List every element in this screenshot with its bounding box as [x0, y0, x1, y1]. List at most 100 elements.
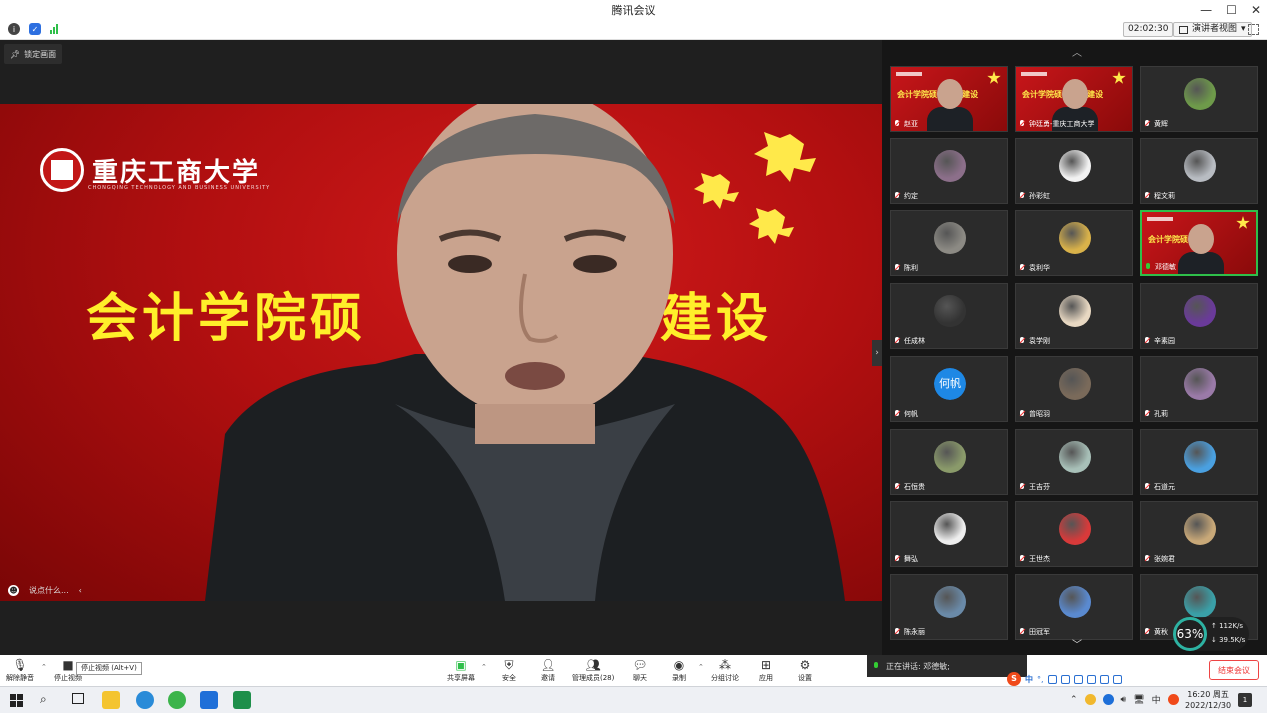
info-icon[interactable]: i	[8, 23, 20, 35]
participant-tile[interactable]: 会计学院硕...课程建设钟廷勇-重庆工商大学	[1015, 66, 1133, 132]
participant-tile[interactable]: 石道元	[1140, 429, 1258, 495]
participant-tile[interactable]: 袁学刚	[1015, 283, 1133, 349]
ime-user-icon[interactable]	[1086, 674, 1096, 684]
participant-tile[interactable]: 会计学院硕...设 邓德敏	[1140, 210, 1258, 276]
share-options-caret[interactable]: ⌃	[481, 663, 487, 671]
app-green-icon[interactable]	[168, 691, 186, 709]
chat-quick-input[interactable]: ☻ 说点什么... ‹	[8, 582, 82, 598]
tray-app-icon[interactable]	[1084, 694, 1096, 705]
fullscreen-icon[interactable]	[1248, 24, 1259, 35]
chevron-left-icon[interactable]: ‹	[79, 586, 82, 595]
browser-icon[interactable]	[136, 691, 154, 709]
minimize-button[interactable]: —	[1200, 3, 1212, 17]
participant-tile[interactable]: 田冠军	[1015, 574, 1133, 640]
shield-icon: ⛨	[504, 657, 514, 672]
file-explorer-icon[interactable]	[102, 691, 120, 709]
manage-members-button[interactable]: 👥︎ 管理成员(28)	[572, 657, 614, 683]
settings-button[interactable]: ⚙ 设置	[797, 657, 813, 683]
participant-tile[interactable]: 陈利	[890, 210, 1008, 276]
participant-tile[interactable]: 何帆 何帆	[890, 356, 1008, 422]
unmute-button[interactable]: 🎙︎ 解除静音	[6, 657, 34, 683]
maximize-button[interactable]: ☐	[1226, 3, 1237, 17]
chevron-up-icon[interactable]: ︿	[1072, 44, 1082, 59]
windows-start-icon[interactable]	[10, 694, 23, 707]
participant-tile[interactable]: 舞弘	[890, 501, 1008, 567]
search-icon[interactable]: ⌕	[40, 692, 47, 707]
shield-icon[interactable]: ✓	[29, 23, 41, 35]
participant-tile[interactable]: 任成林	[890, 283, 1008, 349]
ime-menu-icon[interactable]	[1112, 674, 1122, 684]
share-screen-button[interactable]: ▣ 共享屏幕	[447, 657, 475, 683]
record-options-caret[interactable]: ⌃	[698, 663, 704, 671]
apps-button[interactable]: ⊞ 应用	[758, 657, 774, 683]
app-root: 腾讯会议 — ☐ ✕ i ✓ 02:02:30 演讲者视图 ▾ 📌︎ 锁定画面 …	[0, 0, 1267, 713]
network-speed-widget[interactable]: 63% ↑ 112K/s ↓ 39.5K/s	[1173, 617, 1249, 651]
participant-tile[interactable]: 辛素园	[1140, 283, 1258, 349]
breakout-button[interactable]: ⁂ 分组讨论	[711, 657, 739, 683]
participant-tile[interactable]: 约定	[890, 138, 1008, 204]
participant-tile[interactable]: 陈永丽	[890, 574, 1008, 640]
ime-emoji-icon[interactable]	[1047, 674, 1057, 684]
chevron-down-icon[interactable]: ﹀	[1072, 636, 1082, 651]
ime-voice-icon[interactable]	[1060, 674, 1070, 684]
participant-tile[interactable]: 石恒贵	[890, 429, 1008, 495]
lock-view-button[interactable]: 📌︎ 锁定画面	[4, 44, 63, 64]
participant-face	[937, 79, 963, 109]
tray-overflow-icon[interactable]: ⌃	[1070, 695, 1078, 705]
gallery-toggle-button[interactable]: ›	[872, 340, 882, 366]
end-meeting-button[interactable]: 结束会议	[1209, 660, 1259, 680]
volume-icon[interactable]: 🔊︎	[1121, 695, 1127, 705]
avatar	[1059, 513, 1091, 545]
avatar	[934, 513, 966, 545]
signal-icon[interactable]	[50, 24, 58, 34]
participant-tile[interactable]: 袁利华	[1015, 210, 1133, 276]
sogou-tray-icon[interactable]	[1167, 694, 1179, 705]
participant-face	[1062, 79, 1088, 109]
close-button[interactable]: ✕	[1251, 3, 1261, 17]
system-clock[interactable]: 16:20 周五 2022/12/30	[1185, 689, 1231, 711]
mic-muted-icon	[894, 628, 901, 636]
ime-punct-toggle[interactable]: °,	[1037, 675, 1044, 684]
flower-decoration-icon	[1112, 71, 1126, 84]
ime-toolbar: S 中 °,	[1007, 672, 1122, 686]
chat-placeholder[interactable]: 说点什么...	[29, 585, 69, 596]
participant-name: 田冠军	[1029, 628, 1050, 636]
participant-name-bar: 石恒贵	[894, 482, 925, 492]
speaking-label: 正在讲话: 邓德敏;	[886, 661, 950, 671]
invite-button[interactable]: 👤︎ 邀请	[540, 657, 556, 683]
ime-keyboard-icon[interactable]	[1073, 674, 1083, 684]
sogou-ime-icon[interactable]: S	[1007, 672, 1021, 686]
presenter-view-button[interactable]: 演讲者视图 ▾	[1173, 22, 1252, 37]
participant-tile[interactable]: 王吉芬	[1015, 429, 1133, 495]
participant-tile[interactable]: 曾昭羽	[1015, 356, 1133, 422]
chat-button[interactable]: 💬︎ 聊天	[632, 657, 648, 683]
add-user-icon: 👤︎	[540, 658, 556, 672]
participant-tile[interactable]: 张婉君	[1140, 501, 1258, 567]
participant-name-bar: 袁学刚	[1019, 336, 1050, 346]
tencent-meeting-icon[interactable]	[200, 691, 218, 709]
task-view-icon[interactable]	[72, 693, 84, 704]
participant-name: 程文莉	[1154, 192, 1175, 200]
image-viewer-icon[interactable]	[233, 691, 251, 709]
network-icon[interactable]: 🖥︎	[1133, 695, 1144, 705]
window-controls: — ☐ ✕	[1200, 0, 1261, 20]
participant-tile[interactable]: 王世杰	[1015, 501, 1133, 567]
tray-security-icon[interactable]	[1102, 694, 1114, 705]
emoji-icon[interactable]: ☻	[8, 584, 19, 596]
avatar: 何帆	[934, 368, 966, 400]
audio-options-caret[interactable]: ⌃	[41, 663, 47, 671]
participant-tile[interactable]: 黄辉	[1140, 66, 1258, 132]
ime-lang-toggle[interactable]: 中	[1025, 674, 1033, 685]
tray-lang[interactable]: 中	[1152, 693, 1161, 706]
ime-skin-icon[interactable]	[1099, 674, 1109, 684]
mic-muted-icon	[894, 555, 901, 563]
participant-tile[interactable]: 会计学院硕士...程建设赵亚	[890, 66, 1008, 132]
security-button[interactable]: ⛨ 安全	[501, 657, 517, 683]
record-button[interactable]: ◉ 录制	[671, 657, 687, 683]
participant-tile[interactable]: 孔莉	[1140, 356, 1258, 422]
participant-name: 王吉芬	[1029, 483, 1050, 491]
mic-muted-icon	[894, 483, 901, 491]
participant-tile[interactable]: 程文莉	[1140, 138, 1258, 204]
participant-tile[interactable]: 孙彩虹	[1015, 138, 1133, 204]
notification-icon[interactable]: 1	[1238, 693, 1252, 707]
